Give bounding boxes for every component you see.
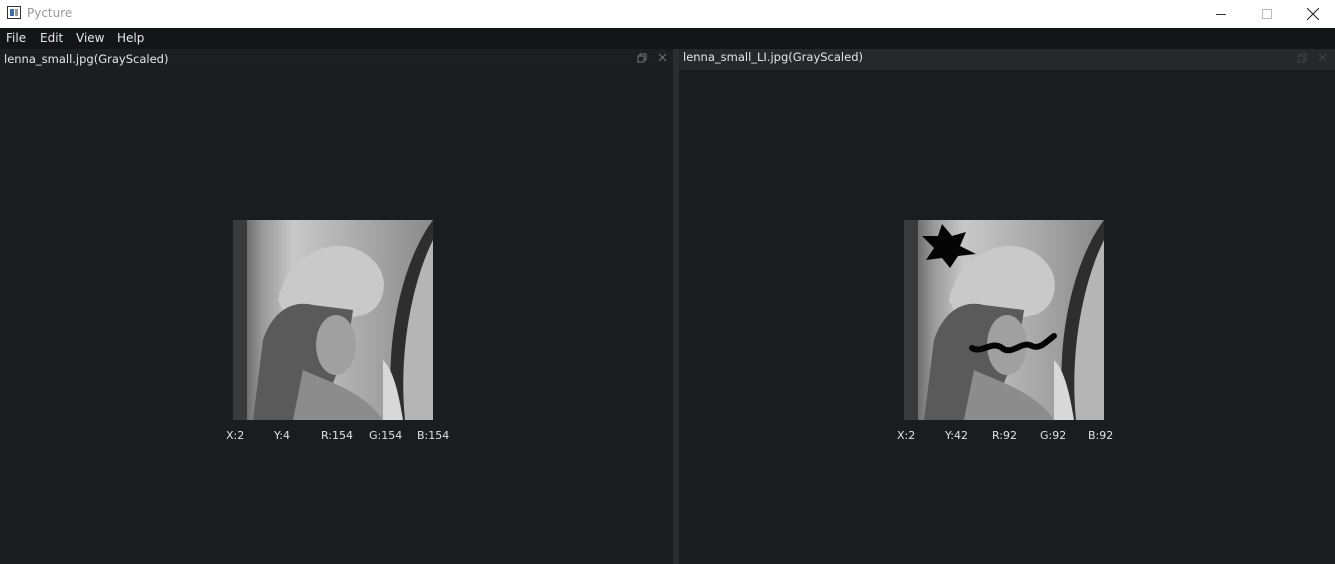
panel-header: lenna_small_LI.jpg(GrayScaled) xyxy=(679,49,1335,70)
panel-header: lenna_small.jpg(GrayScaled) xyxy=(0,49,673,70)
window-title: Pycture xyxy=(27,6,73,20)
menu-help[interactable]: Help xyxy=(117,31,144,45)
pixel-info: X:2 Y:4 R:154 G:154 B:154 xyxy=(226,429,466,443)
menu-bar: File Edit View Help xyxy=(0,28,1335,49)
minimize-button[interactable] xyxy=(1198,0,1244,28)
maximize-icon xyxy=(1262,9,1272,19)
pixel-g: G:92 xyxy=(1040,429,1067,442)
right-image-panel: lenna_small_LI.jpg(GrayScaled) X:2 Y:42 … xyxy=(679,49,1335,564)
restore-icon[interactable] xyxy=(636,53,648,65)
pixel-x: X:2 xyxy=(226,429,245,442)
restore-icon[interactable] xyxy=(1296,53,1308,65)
menu-edit[interactable]: Edit xyxy=(40,31,63,45)
pixel-x: X:2 xyxy=(897,429,916,442)
pixel-r: R:92 xyxy=(992,429,1018,442)
title-bar: Pycture xyxy=(0,0,1335,28)
app-icon xyxy=(7,6,21,19)
pixel-b: B:92 xyxy=(1088,429,1114,442)
panel-title: lenna_small_LI.jpg(GrayScaled) xyxy=(683,50,863,64)
edited-grayscale-image[interactable] xyxy=(904,220,1104,420)
panel-title: lenna_small.jpg(GrayScaled) xyxy=(4,52,169,66)
pixel-info: X:2 Y:42 R:92 G:92 B:92 xyxy=(897,429,1137,443)
pixel-b: B:154 xyxy=(417,429,450,442)
close-icon[interactable] xyxy=(1316,53,1328,65)
pixel-r: R:154 xyxy=(321,429,354,442)
close-icon[interactable] xyxy=(656,53,668,65)
grayscale-image[interactable] xyxy=(233,220,433,420)
menu-view[interactable]: View xyxy=(76,31,104,45)
pixel-g: G:154 xyxy=(369,429,403,442)
pixel-y: Y:4 xyxy=(274,429,290,442)
pixel-y: Y:42 xyxy=(945,429,968,442)
menu-file[interactable]: File xyxy=(6,31,26,45)
left-image-panel: lenna_small.jpg(GrayScaled) X:2 Y:4 R:15… xyxy=(0,49,673,564)
close-window-button[interactable] xyxy=(1290,0,1335,28)
close-icon xyxy=(1307,8,1319,20)
minimize-icon xyxy=(1216,13,1226,15)
maximize-button[interactable] xyxy=(1244,0,1290,28)
